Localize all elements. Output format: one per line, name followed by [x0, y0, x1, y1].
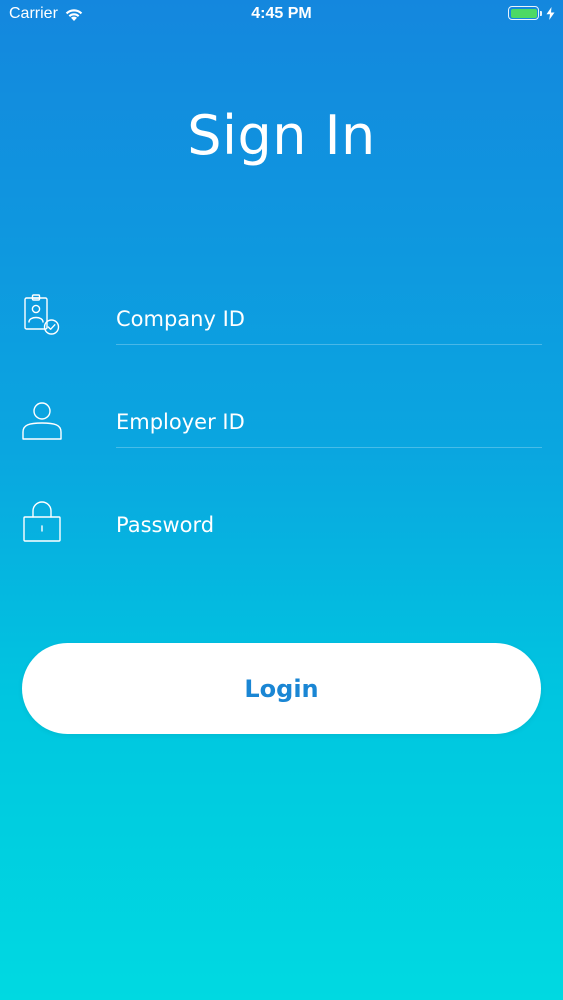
company-id-field [0, 290, 563, 380]
status-bar: Carrier 4:45 PM [0, 0, 563, 30]
battery-icon [508, 6, 539, 20]
battery-level [510, 8, 537, 18]
page-title: Sign In [187, 104, 376, 167]
employer-id-field [0, 393, 563, 483]
status-time: 4:45 PM [251, 5, 312, 22]
password-input[interactable] [116, 508, 536, 542]
battery-tip [540, 10, 542, 16]
employer-id-input[interactable] [116, 405, 536, 439]
employer-id-underline [116, 447, 542, 448]
badge-check-icon [21, 292, 65, 336]
company-id-input[interactable] [116, 302, 536, 336]
charging-bolt-icon [546, 6, 555, 20]
login-button[interactable]: Login [22, 643, 541, 734]
lock-icon [21, 498, 65, 542]
user-icon [21, 396, 65, 440]
sign-in-screen: Carrier 4:45 PM Sign In Company ID Emplo… [0, 0, 563, 1000]
password-field [0, 496, 563, 586]
battery-indicator [508, 6, 555, 20]
company-id-underline [116, 344, 542, 345]
